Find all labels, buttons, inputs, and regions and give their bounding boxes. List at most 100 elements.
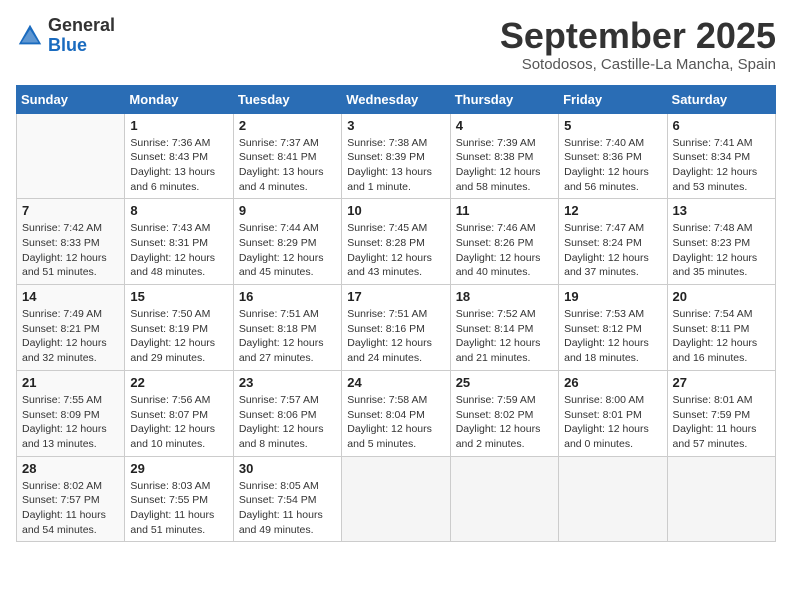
calendar-cell: 20Sunrise: 7:54 AM Sunset: 8:11 PM Dayli… — [667, 285, 775, 371]
location-subtitle: Sotodosos, Castille-La Mancha, Spain — [500, 56, 776, 73]
day-number: 12 — [564, 203, 661, 218]
day-number: 3 — [347, 118, 444, 133]
calendar-cell: 26Sunrise: 8:00 AM Sunset: 8:01 PM Dayli… — [559, 370, 667, 456]
day-number: 29 — [130, 461, 227, 476]
calendar-cell: 18 Sunrise: 7:52 AM Sunset: 8:14 PM Dayli… — [450, 285, 558, 371]
calendar-cell: 14 Sunrise: 7:49 AM Sunset: 8:21 PM Dayli… — [17, 285, 125, 371]
day-info: Sunrise: 7:39 AM Sunset: 8:38 PM Dayligh… — [456, 136, 553, 195]
calendar-week-2: 7 Sunrise: 7:42 AM Sunset: 8:33 PM Daylig… — [17, 199, 776, 285]
day-info: Sunrise: 7:41 AM Sunset: 8:34 PM Dayligh… — [673, 136, 770, 195]
calendar-cell — [667, 456, 775, 542]
day-info: Sunrise: 7:50 AM Sunset: 8:19 PM Dayligh… — [130, 307, 227, 366]
day-info: Sunrise: 7:48 AM Sunset: 8:23 PM Dayligh… — [673, 221, 770, 280]
header-row: Sunday Monday Tuesday Wednesday Thursday… — [17, 85, 776, 113]
calendar-cell: 12 Sunrise: 7:47 AM Sunset: 8:24 PM Dayli… — [559, 199, 667, 285]
calendar-cell: 6Sunrise: 7:41 AM Sunset: 8:34 PM Daylig… — [667, 113, 775, 199]
calendar-cell: 16 Sunrise: 7:51 AM Sunset: 8:18 PM Dayli… — [233, 285, 341, 371]
day-number: 23 — [239, 375, 336, 390]
day-info: Sunrise: 7:58 AM Sunset: 8:04 PM Dayligh… — [347, 393, 444, 452]
day-info: Sunrise: 7:51 AM Sunset: 8:18 PM Dayligh… — [239, 307, 336, 366]
day-number: 22 — [130, 375, 227, 390]
calendar-cell: 28 Sunrise: 8:02 AM Sunset: 7:57 PM Dayli… — [17, 456, 125, 542]
calendar-cell: 7 Sunrise: 7:42 AM Sunset: 8:33 PM Daylig… — [17, 199, 125, 285]
day-info: Sunrise: 7:57 AM Sunset: 8:06 PM Dayligh… — [239, 393, 336, 452]
day-info: Sunrise: 7:37 AM Sunset: 8:41 PM Dayligh… — [239, 136, 336, 195]
calendar-cell: 8 Sunrise: 7:43 AM Sunset: 8:31 PM Daylig… — [125, 199, 233, 285]
col-saturday: Saturday — [667, 85, 775, 113]
day-info: Sunrise: 7:47 AM Sunset: 8:24 PM Dayligh… — [564, 221, 661, 280]
day-number: 15 — [130, 289, 227, 304]
day-number: 19 — [564, 289, 661, 304]
calendar-week-5: 28 Sunrise: 8:02 AM Sunset: 7:57 PM Dayli… — [17, 456, 776, 542]
calendar-cell — [450, 456, 558, 542]
calendar-cell: 29 Sunrise: 8:03 AM Sunset: 7:55 PM Dayli… — [125, 456, 233, 542]
calendar-cell: 5 Sunrise: 7:40 AM Sunset: 8:36 PM Daylig… — [559, 113, 667, 199]
day-number: 8 — [130, 203, 227, 218]
calendar-cell: 15 Sunrise: 7:50 AM Sunset: 8:19 PM Dayli… — [125, 285, 233, 371]
calendar-cell: 3 Sunrise: 7:38 AM Sunset: 8:39 PM Daylig… — [342, 113, 450, 199]
calendar-cell: 17Sunrise: 7:51 AM Sunset: 8:16 PM Dayli… — [342, 285, 450, 371]
day-number: 5 — [564, 118, 661, 133]
day-info: Sunrise: 7:53 AM Sunset: 8:12 PM Dayligh… — [564, 307, 661, 366]
col-thursday: Thursday — [450, 85, 558, 113]
calendar-week-1: 1Sunrise: 7:36 AM Sunset: 8:43 PM Daylig… — [17, 113, 776, 199]
logo-general-text: General — [48, 16, 115, 36]
calendar-header: Sunday Monday Tuesday Wednesday Thursday… — [17, 85, 776, 113]
day-number: 25 — [456, 375, 553, 390]
calendar-cell: 19 Sunrise: 7:53 AM Sunset: 8:12 PM Dayli… — [559, 285, 667, 371]
day-number: 7 — [22, 203, 119, 218]
day-info: Sunrise: 7:45 AM Sunset: 8:28 PM Dayligh… — [347, 221, 444, 280]
day-info: Sunrise: 7:54 AM Sunset: 8:11 PM Dayligh… — [673, 307, 770, 366]
day-info: Sunrise: 7:40 AM Sunset: 8:36 PM Dayligh… — [564, 136, 661, 195]
day-number: 18 — [456, 289, 553, 304]
day-number: 17 — [347, 289, 444, 304]
day-number: 16 — [239, 289, 336, 304]
day-info: Sunrise: 7:56 AM Sunset: 8:07 PM Dayligh… — [130, 393, 227, 452]
day-info: Sunrise: 8:02 AM Sunset: 7:57 PM Dayligh… — [22, 479, 119, 538]
calendar-cell: 4 Sunrise: 7:39 AM Sunset: 8:38 PM Daylig… — [450, 113, 558, 199]
calendar-cell — [17, 113, 125, 199]
calendar-cell: 1Sunrise: 7:36 AM Sunset: 8:43 PM Daylig… — [125, 113, 233, 199]
day-number: 13 — [673, 203, 770, 218]
day-number: 14 — [22, 289, 119, 304]
day-info: Sunrise: 8:03 AM Sunset: 7:55 PM Dayligh… — [130, 479, 227, 538]
col-sunday: Sunday — [17, 85, 125, 113]
day-info: Sunrise: 7:36 AM Sunset: 8:43 PM Dayligh… — [130, 136, 227, 195]
logo-blue-text: Blue — [48, 36, 115, 56]
col-monday: Monday — [125, 85, 233, 113]
calendar-cell: 27Sunrise: 8:01 AM Sunset: 7:59 PM Dayli… — [667, 370, 775, 456]
day-number: 2 — [239, 118, 336, 133]
logo-text: General Blue — [48, 16, 115, 56]
calendar-week-4: 21Sunrise: 7:55 AM Sunset: 8:09 PM Dayli… — [17, 370, 776, 456]
day-number: 30 — [239, 461, 336, 476]
calendar-cell: 23 Sunrise: 7:57 AM Sunset: 8:06 PM Dayli… — [233, 370, 341, 456]
calendar-cell: 30Sunrise: 8:05 AM Sunset: 7:54 PM Dayli… — [233, 456, 341, 542]
calendar-cell: 9Sunrise: 7:44 AM Sunset: 8:29 PM Daylig… — [233, 199, 341, 285]
month-title: September 2025 — [500, 16, 776, 56]
calendar-cell — [559, 456, 667, 542]
calendar-cell: 24 Sunrise: 7:58 AM Sunset: 8:04 PM Dayli… — [342, 370, 450, 456]
calendar-week-3: 14 Sunrise: 7:49 AM Sunset: 8:21 PM Dayli… — [17, 285, 776, 371]
page-header: General Blue September 2025 Sotodosos, C… — [16, 16, 776, 73]
calendar-cell: 25Sunrise: 7:59 AM Sunset: 8:02 PM Dayli… — [450, 370, 558, 456]
day-number: 10 — [347, 203, 444, 218]
day-number: 24 — [347, 375, 444, 390]
calendar-cell: 13 Sunrise: 7:48 AM Sunset: 8:23 PM Dayli… — [667, 199, 775, 285]
calendar-cell: 10 Sunrise: 7:45 AM Sunset: 8:28 PM Dayli… — [342, 199, 450, 285]
logo: General Blue — [16, 16, 115, 56]
col-tuesday: Tuesday — [233, 85, 341, 113]
calendar-cell — [342, 456, 450, 542]
calendar-cell: 22 Sunrise: 7:56 AM Sunset: 8:07 PM Dayli… — [125, 370, 233, 456]
calendar-cell: 11Sunrise: 7:46 AM Sunset: 8:26 PM Dayli… — [450, 199, 558, 285]
day-number: 28 — [22, 461, 119, 476]
day-info: Sunrise: 7:49 AM Sunset: 8:21 PM Dayligh… — [22, 307, 119, 366]
day-number: 4 — [456, 118, 553, 133]
day-info: Sunrise: 7:43 AM Sunset: 8:31 PM Dayligh… — [130, 221, 227, 280]
calendar-body: 1Sunrise: 7:36 AM Sunset: 8:43 PM Daylig… — [17, 113, 776, 542]
day-number: 9 — [239, 203, 336, 218]
day-info: Sunrise: 7:52 AM Sunset: 8:14 PM Dayligh… — [456, 307, 553, 366]
col-wednesday: Wednesday — [342, 85, 450, 113]
day-info: Sunrise: 7:42 AM Sunset: 8:33 PM Dayligh… — [22, 221, 119, 280]
day-info: Sunrise: 7:38 AM Sunset: 8:39 PM Dayligh… — [347, 136, 444, 195]
day-number: 21 — [22, 375, 119, 390]
